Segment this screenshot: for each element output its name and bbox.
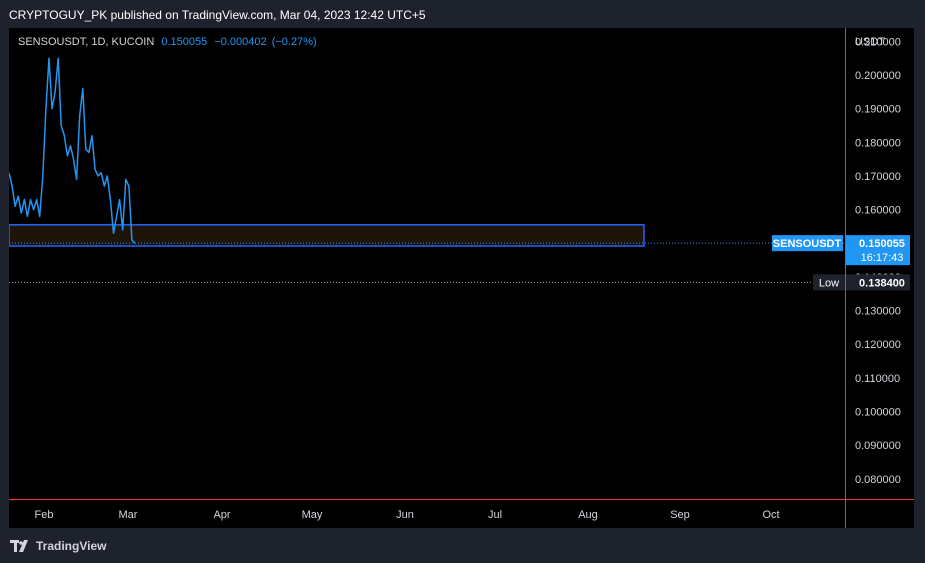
- x-tick-label: Apr: [213, 509, 230, 521]
- publish-line: CRYPTOGUY_PK published on TradingView.co…: [9, 8, 426, 22]
- x-tick-label: Jul: [488, 509, 502, 521]
- legend-symbol: SENSOUSDT, 1D, KUCOIN: [18, 36, 155, 48]
- y-tick-label: 0.210000: [855, 36, 901, 48]
- x-tick-label: Oct: [762, 509, 779, 521]
- y-tick-label: 0.110000: [855, 373, 900, 385]
- y-tick-label: 0.120000: [855, 339, 901, 351]
- y-tick-label: 0.170000: [855, 171, 901, 183]
- y-tick-label: 0.080000: [855, 474, 901, 486]
- y-tick-label: 0.160000: [855, 205, 901, 217]
- x-tick-label: Mar: [119, 509, 138, 521]
- legend-change-pct: (−0.27%): [271, 36, 317, 48]
- price-zone-box[interactable]: [9, 224, 645, 247]
- low-tag: Low: [819, 277, 839, 289]
- y-tick-label: 0.200000: [855, 70, 901, 82]
- y-tick-label: 0.130000: [855, 306, 901, 318]
- tradingview-logo-icon: [10, 540, 28, 552]
- x-tick-label: Sep: [670, 509, 690, 521]
- y-tick-label: 0.180000: [855, 137, 901, 149]
- symbol-label: SENSOUSDT: [773, 238, 842, 250]
- chart-svg[interactable]: USDT0.2100000.2000000.1900000.1800000.17…: [9, 28, 914, 528]
- x-tick-label: Feb: [35, 509, 54, 521]
- tradingview-logo[interactable]: TradingView: [10, 538, 106, 554]
- price-label-value: 0.150055: [859, 238, 905, 250]
- y-tick-label: 0.190000: [855, 104, 901, 116]
- chart-frame[interactable]: USDT 0.210000 0.200000 0.190000 0.180000 0.17…: [9, 28, 914, 528]
- x-tick-label: May: [302, 509, 323, 521]
- x-tick-label: Jun: [396, 509, 414, 521]
- price-line[interactable]: [9, 57, 136, 244]
- legend-change: −0.000402: [214, 36, 267, 48]
- y-tick-label: 0.100000: [855, 407, 901, 419]
- legend-price: 0.150055: [161, 36, 208, 48]
- footer-brand: TradingView: [36, 539, 107, 553]
- low-value: 0.138400: [859, 277, 905, 289]
- countdown-label: 16:17:43: [861, 252, 904, 264]
- x-tick-label: Aug: [578, 509, 598, 521]
- y-tick-label: 0.090000: [855, 440, 901, 452]
- legend: SENSOUSDT, 1D, KUCOIN 0.150055 −0.000402…: [18, 36, 317, 48]
